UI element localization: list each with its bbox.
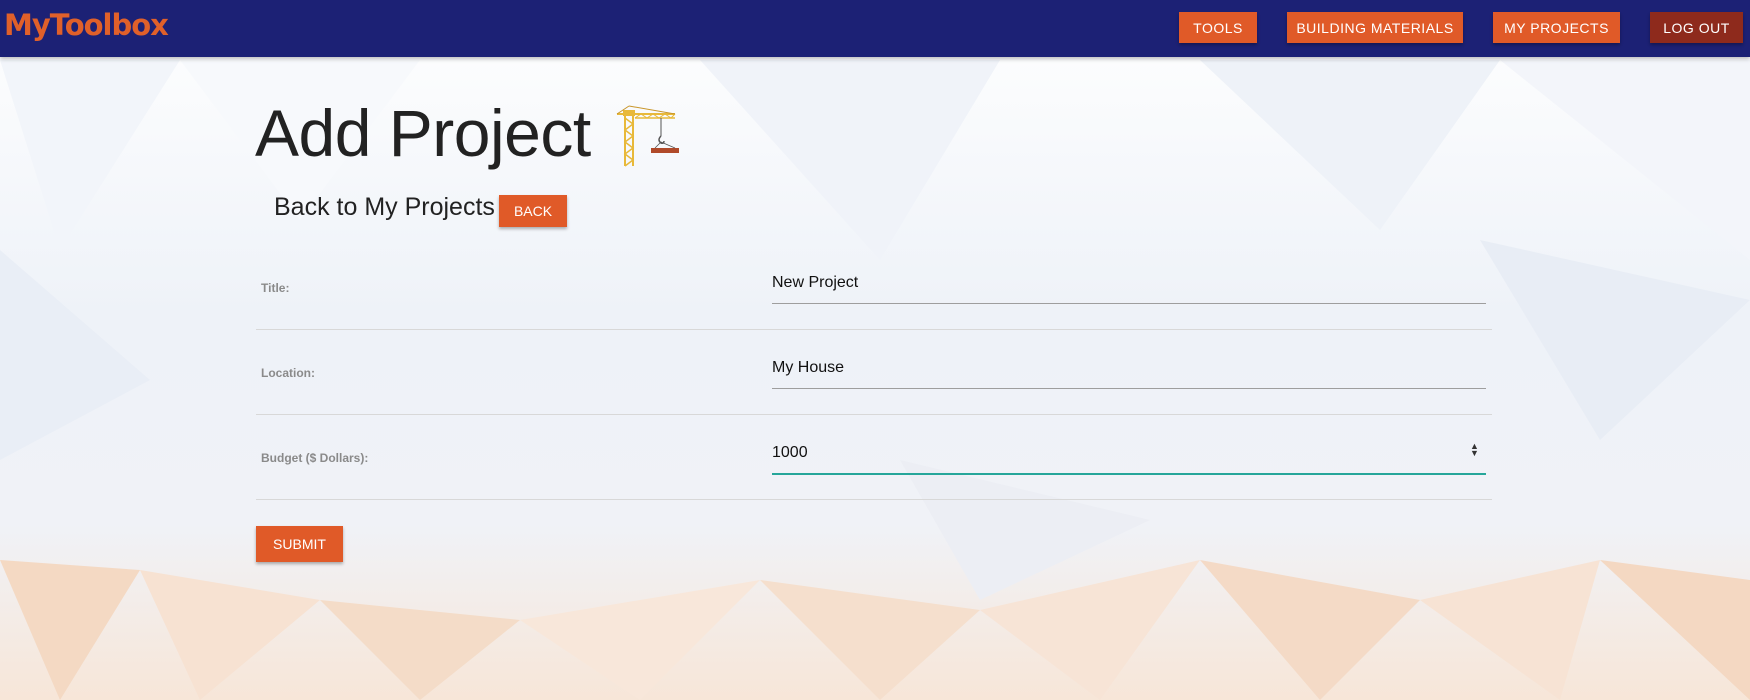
nav-building-materials-button[interactable]: BUILDING MATERIALS bbox=[1287, 12, 1463, 43]
nav-tools-button[interactable]: TOOLS bbox=[1179, 12, 1257, 43]
location-input[interactable] bbox=[772, 348, 1486, 389]
main-content: Add Project Back to My Projects BACK Tit… bbox=[0, 0, 1750, 700]
crane-icon bbox=[616, 105, 679, 167]
top-navbar: MyToolbox TOOLS BUILDING MATERIALS MY PR… bbox=[0, 0, 1750, 57]
submit-button[interactable]: SUBMIT bbox=[256, 526, 343, 562]
brand-logo[interactable]: MyToolbox bbox=[4, 8, 169, 42]
back-button[interactable]: BACK bbox=[499, 195, 567, 227]
page-title: Add Project bbox=[255, 96, 591, 170]
location-row: Location: bbox=[256, 330, 1492, 415]
budget-row: Budget ($ Dollars): ▲▼ bbox=[256, 415, 1492, 500]
budget-label: Budget ($ Dollars): bbox=[261, 451, 369, 465]
nav-my-projects-button[interactable]: MY PROJECTS bbox=[1493, 12, 1620, 43]
title-label: Title: bbox=[261, 281, 290, 295]
back-to-projects-label: Back to My Projects bbox=[274, 193, 495, 221]
number-spinner-icon[interactable]: ▲ ▼ bbox=[1470, 442, 1479, 458]
log-out-button[interactable]: LOG OUT bbox=[1650, 12, 1743, 43]
location-label: Location: bbox=[261, 366, 315, 380]
title-input[interactable] bbox=[772, 263, 1486, 304]
budget-input[interactable] bbox=[772, 433, 1486, 475]
title-row: Title: bbox=[256, 245, 1492, 330]
